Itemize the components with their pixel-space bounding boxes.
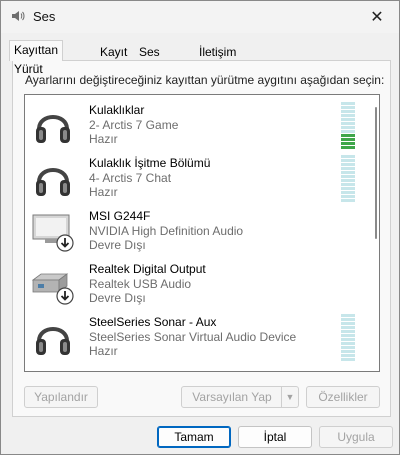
list-scrollbar[interactable] xyxy=(375,107,377,239)
title-bar[interactable]: Ses ✕ xyxy=(1,1,399,33)
meter-segment xyxy=(341,134,355,137)
device-status: Devre Dışı xyxy=(89,238,146,252)
device-driver: 2- Arctis 7 Game xyxy=(89,118,179,132)
list-item[interactable]: SteelSeries Sonar - Aux SteelSeries Sona… xyxy=(25,311,365,365)
chevron-down-icon[interactable]: ▼ xyxy=(281,387,298,407)
meter-segment xyxy=(341,346,355,349)
device-driver: Realtek USB Audio xyxy=(89,277,192,291)
meter-segment xyxy=(341,338,355,341)
set-default-button[interactable]: Varsayılan Yap ▼ xyxy=(181,386,299,408)
meter-segment xyxy=(341,106,355,109)
meter-segment xyxy=(341,350,355,353)
meter-segment xyxy=(341,163,355,166)
device-name: Kulaklık İşitme Bölümü xyxy=(89,156,211,170)
device-driver: SteelSeries Sonar Virtual Audio Device xyxy=(89,330,297,344)
ok-button[interactable]: Tamam xyxy=(157,426,231,448)
meter-segment xyxy=(341,334,355,337)
meter-segment xyxy=(341,142,355,145)
meter-segment xyxy=(341,102,355,105)
headphones-icon xyxy=(36,115,70,143)
meter-segment xyxy=(341,146,355,149)
apply-button[interactable]: Uygula xyxy=(319,426,393,448)
volume-meter xyxy=(341,314,355,361)
meter-segment xyxy=(341,314,355,317)
device-list[interactable]: Kulaklıklar 2- Arctis 7 Game Hazır Kulak… xyxy=(24,94,380,372)
device-name: MSI G244F xyxy=(89,209,151,223)
window-title: Ses xyxy=(33,9,56,24)
meter-segment xyxy=(341,179,355,182)
instruction-text: Ayarlarını değiştireceğiniz kayıttan yür… xyxy=(25,73,385,87)
configure-button[interactable]: Yapılandır xyxy=(24,386,98,408)
meter-segment xyxy=(341,159,355,162)
cancel-button[interactable]: İptal xyxy=(238,426,312,448)
meter-segment xyxy=(341,126,355,129)
meter-segment xyxy=(341,167,355,170)
list-item[interactable]: Kulaklık İşitme Bölümü 4- Arctis 7 Chat … xyxy=(25,152,365,206)
tab-playback[interactable]: Kayıttan Yürüt xyxy=(9,40,64,76)
volume-meter xyxy=(341,155,355,202)
headphones-icon xyxy=(36,327,70,355)
device-status: Hazır xyxy=(89,344,118,358)
monitor-disabled-icon xyxy=(32,214,74,252)
meter-segment xyxy=(341,195,355,198)
meter-segment xyxy=(341,318,355,321)
meter-segment xyxy=(341,171,355,174)
meter-segment xyxy=(341,155,355,158)
meter-segment xyxy=(341,354,355,357)
meter-segment xyxy=(341,183,355,186)
meter-segment xyxy=(341,191,355,194)
close-button[interactable]: ✕ xyxy=(355,1,399,33)
list-item[interactable] xyxy=(25,364,365,372)
meter-segment xyxy=(341,187,355,190)
playback-panel: Ayarlarını değiştireceğiniz kayıttan yür… xyxy=(12,60,391,417)
speaker-icon xyxy=(12,11,25,21)
meter-segment xyxy=(341,130,355,133)
headphones-icon xyxy=(31,368,75,372)
device-status: Hazır xyxy=(89,185,118,199)
properties-button[interactable]: Özellikler xyxy=(306,386,380,408)
device-driver: 4- Arctis 7 Chat xyxy=(89,171,172,185)
meter-segment xyxy=(341,322,355,325)
meter-segment xyxy=(341,330,355,333)
meter-segment xyxy=(341,114,355,117)
device-name: SteelSeries Sonar - Aux xyxy=(89,315,217,329)
meter-segment xyxy=(341,342,355,345)
device-status: Hazır xyxy=(89,132,118,146)
close-icon: ✕ xyxy=(370,9,384,26)
headphones-icon xyxy=(36,168,70,196)
volume-meter xyxy=(341,102,355,149)
list-item[interactable]: Kulaklıklar 2- Arctis 7 Game Hazır xyxy=(25,99,365,153)
meter-segment xyxy=(341,110,355,113)
meter-segment xyxy=(341,138,355,141)
meter-segment xyxy=(341,122,355,125)
list-item[interactable]: Realtek Digital Output Realtek USB Audio… xyxy=(25,258,365,312)
device-driver: NVIDIA High Definition Audio xyxy=(89,224,244,238)
sound-dialog: Ses ✕ Kayıttan Yürüt Kayıt Ses Efekti İl… xyxy=(0,0,400,455)
device-name: Realtek Digital Output xyxy=(89,262,206,276)
meter-segment xyxy=(341,326,355,329)
set-default-label: Varsayılan Yap xyxy=(192,390,272,404)
meter-segment xyxy=(341,199,355,202)
meter-segment xyxy=(341,118,355,121)
device-status: Devre Dışı xyxy=(89,291,146,305)
meter-segment xyxy=(341,175,355,178)
digital-output-disabled-icon xyxy=(31,273,74,305)
device-name: Kulaklıklar xyxy=(89,103,145,117)
meter-segment xyxy=(341,358,355,361)
list-item[interactable]: MSI G244F NVIDIA High Definition Audio D… xyxy=(25,205,365,259)
